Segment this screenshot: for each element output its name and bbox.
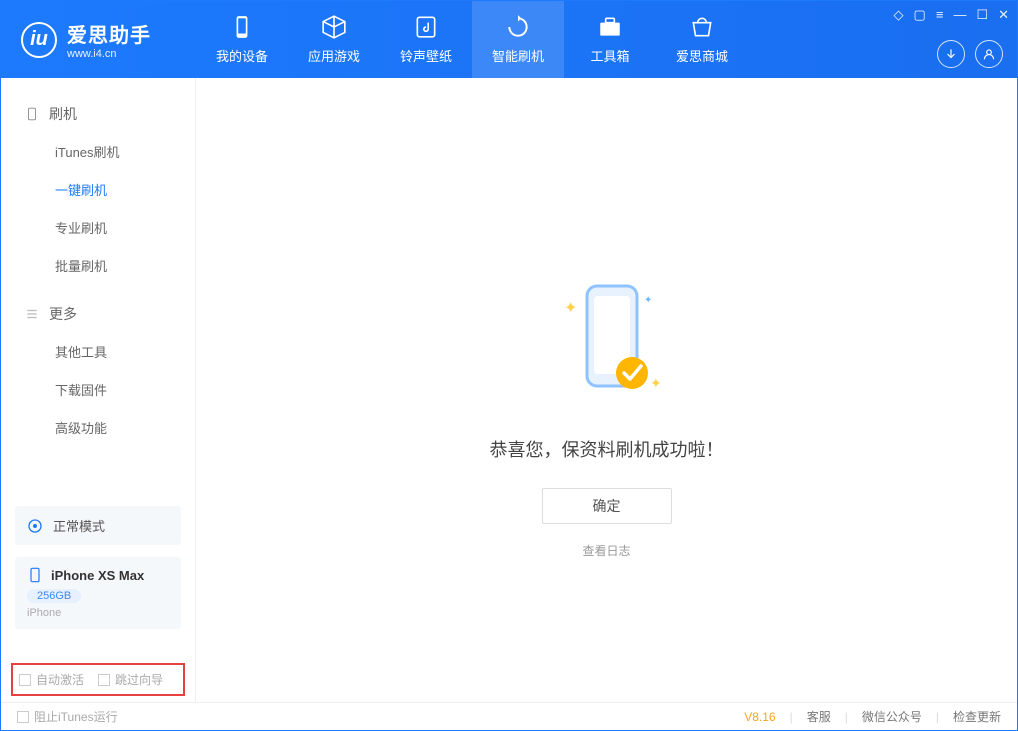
top-tabs: 我的设备 应用游戏 铃声壁纸 智能刷机 工具箱 爱思商城 xyxy=(196,1,748,78)
sidebar-item-itunes[interactable]: iTunes刷机 xyxy=(1,132,195,170)
tab-label: 铃声壁纸 xyxy=(400,46,452,65)
ok-button[interactable]: 确定 xyxy=(542,488,672,524)
checkbox-icon xyxy=(17,711,29,723)
svg-text:✦: ✦ xyxy=(564,300,577,317)
footer-link-support[interactable]: 客服 xyxy=(807,708,831,725)
success-message: 恭喜您，保资料刷机成功啦！ xyxy=(490,436,724,462)
logo-icon: iu xyxy=(21,22,57,58)
logo[interactable]: iu 爱思助手 www.i4.cn xyxy=(1,1,196,78)
capacity-badge: 256GB xyxy=(27,589,81,603)
tab-label: 爱思商城 xyxy=(676,46,728,65)
checkbox-skipguide[interactable]: 跳过向导 xyxy=(98,671,163,688)
tab-apps[interactable]: 应用游戏 xyxy=(288,1,380,78)
device-icon xyxy=(229,14,255,40)
sidebar: 刷机 iTunes刷机 一键刷机 专业刷机 批量刷机 更多 其他工具 下载固件 … xyxy=(1,78,196,702)
sidebar-item-pro[interactable]: 专业刷机 xyxy=(1,208,195,246)
group-label: 更多 xyxy=(49,304,77,324)
maximize-button[interactable]: ☐ xyxy=(976,7,988,23)
separator: | xyxy=(936,710,939,724)
device-name: iPhone XS Max xyxy=(51,568,144,583)
version-label: V8.16 xyxy=(744,710,775,724)
app-name: 爱思助手 xyxy=(67,19,151,48)
user-button[interactable] xyxy=(975,40,1003,68)
footer-link-wechat[interactable]: 微信公众号 xyxy=(862,708,922,725)
header-actions xyxy=(937,40,1003,68)
feedback-icon[interactable]: ▢ xyxy=(914,7,926,23)
sidebar-group-flash: 刷机 xyxy=(1,96,195,132)
sidebar-item-oneclick[interactable]: 一键刷机 xyxy=(1,170,195,208)
footer-link-update[interactable]: 检查更新 xyxy=(953,708,1001,725)
checkbox-autoactivate[interactable]: 自动激活 xyxy=(19,671,84,688)
tab-my-device[interactable]: 我的设备 xyxy=(196,1,288,78)
checkbox-blockitunes[interactable]: 阻止iTunes运行 xyxy=(17,708,118,725)
tshirt-icon[interactable]: ◇ xyxy=(894,7,904,23)
close-button[interactable]: ✕ xyxy=(998,7,1009,23)
music-icon xyxy=(413,14,439,40)
success-illustration: ✦ ✦ ✦ xyxy=(562,278,652,408)
sidebar-item-batch[interactable]: 批量刷机 xyxy=(1,246,195,284)
store-icon xyxy=(689,14,715,40)
main-content: ✦ ✦ ✦ 恭喜您，保资料刷机成功啦！ 确定 查看日志 xyxy=(196,78,1017,702)
phone-icon xyxy=(25,107,39,121)
device-type: iPhone xyxy=(27,607,169,619)
tab-ringtone[interactable]: 铃声壁纸 xyxy=(380,1,472,78)
device-info-box[interactable]: iPhone XS Max 256GB iPhone xyxy=(15,557,181,629)
tab-flash[interactable]: 智能刷机 xyxy=(472,1,564,78)
tab-label: 应用游戏 xyxy=(308,46,360,65)
tab-label: 工具箱 xyxy=(590,46,629,65)
window-controls: ◇ ▢ ≡ — ☐ ✕ xyxy=(894,7,1009,23)
highlighted-options: 自动激活 跳过向导 xyxy=(11,663,185,696)
group-label: 刷机 xyxy=(49,104,77,124)
checkbox-icon xyxy=(19,674,31,686)
separator: | xyxy=(845,710,848,724)
tab-toolbox[interactable]: 工具箱 xyxy=(564,1,656,78)
view-log-link[interactable]: 查看日志 xyxy=(582,542,630,559)
sidebar-item-firmware[interactable]: 下载固件 xyxy=(1,370,195,408)
status-icon xyxy=(27,518,43,534)
minimize-button[interactable]: — xyxy=(953,7,966,23)
download-button[interactable] xyxy=(937,40,965,68)
footer: 阻止iTunes运行 V8.16 | 客服 | 微信公众号 | 检查更新 xyxy=(1,702,1017,730)
toolbox-icon xyxy=(597,14,623,40)
device-status-box[interactable]: 正常模式 xyxy=(15,506,181,545)
refresh-icon xyxy=(505,14,531,40)
svg-text:✦: ✦ xyxy=(650,375,662,391)
sidebar-item-advanced[interactable]: 高级功能 xyxy=(1,408,195,446)
checkbox-label: 跳过向导 xyxy=(115,671,163,688)
menu-icon[interactable]: ≡ xyxy=(936,7,944,23)
checkbox-label: 自动激活 xyxy=(36,671,84,688)
tab-label: 我的设备 xyxy=(216,46,268,65)
cube-icon xyxy=(321,14,347,40)
phone-icon xyxy=(27,567,43,583)
app-url: www.i4.cn xyxy=(67,48,151,60)
list-icon xyxy=(25,307,39,321)
separator: | xyxy=(790,710,793,724)
checkbox-icon xyxy=(98,674,110,686)
tab-store[interactable]: 爱思商城 xyxy=(656,1,748,78)
body: 刷机 iTunes刷机 一键刷机 专业刷机 批量刷机 更多 其他工具 下载固件 … xyxy=(1,78,1017,702)
svg-text:✦: ✦ xyxy=(644,295,652,306)
sidebar-item-othertools[interactable]: 其他工具 xyxy=(1,332,195,370)
logo-text: 爱思助手 www.i4.cn xyxy=(67,19,151,60)
header: iu 爱思助手 www.i4.cn 我的设备 应用游戏 铃声壁纸 智能刷机 工具… xyxy=(1,1,1017,78)
checkbox-label: 阻止iTunes运行 xyxy=(34,708,118,725)
sidebar-group-more: 更多 xyxy=(1,296,195,332)
status-label: 正常模式 xyxy=(53,516,105,535)
tab-label: 智能刷机 xyxy=(492,46,544,65)
